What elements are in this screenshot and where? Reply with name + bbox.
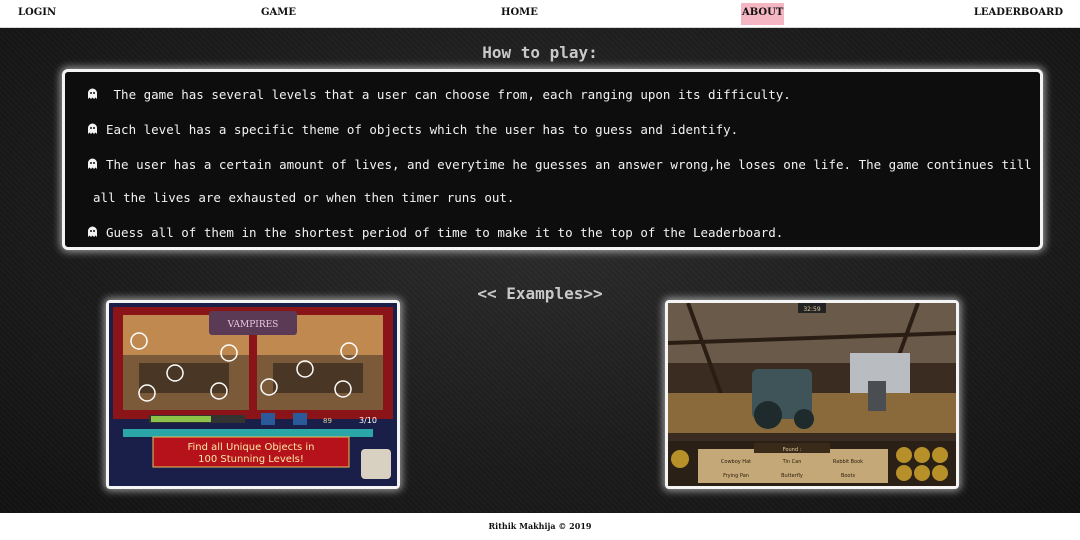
example-screenshot-barn: 32:59 Found : Cowboy Hat Tin Can Rabbit … xyxy=(665,300,959,489)
vampires-logo: VAMPIRES xyxy=(227,320,279,330)
vampires-game-image: VAMPIRES 89 3/10 Find all Unique Objects… xyxy=(109,303,397,486)
footer-copyright: Rithik Makhija © 2019 xyxy=(0,513,1080,540)
rule-item: The game has several levels that a user … xyxy=(87,87,791,102)
found-item: Cowboy Hat xyxy=(721,459,751,465)
rule-continuation: all the lives are exhausted or when then… xyxy=(93,190,515,205)
found-item: Butterfly xyxy=(781,473,803,479)
rule-item: Each level has a specific theme of objec… xyxy=(87,122,738,137)
nav-about-link[interactable]: ABOUT xyxy=(741,3,785,25)
top-navigation: LOGIN GAME HOME ABOUT LEADERBOARD xyxy=(0,0,1080,28)
rules-panel: The game has several levels that a user … xyxy=(62,69,1043,250)
rule-item: The user has a certain amount of lives, … xyxy=(87,157,1032,172)
objects-counter: 3/10 xyxy=(359,416,377,425)
barn-game-image: 32:59 Found : Cowboy Hat Tin Can Rabbit … xyxy=(668,303,956,486)
found-item: Boots xyxy=(841,473,856,479)
how-to-play-title: How to play: xyxy=(482,43,598,62)
ghost-icon xyxy=(88,123,97,134)
example-banner-line-1: Find all Unique Objects in xyxy=(187,442,314,453)
level-value: 89 xyxy=(323,417,332,425)
rule-item: Guess all of them in the shortest period… xyxy=(87,225,783,240)
rule-text: The user has a certain amount of lives, … xyxy=(106,157,1032,172)
example-banner-line-2: 100 Stunning Levels! xyxy=(198,454,304,465)
game-timer: 32:59 xyxy=(803,306,820,313)
found-item: Rabbit Book xyxy=(833,459,863,465)
nav-leaderboard-link[interactable]: LEADERBOARD xyxy=(974,3,1063,25)
found-item: Frying Pan xyxy=(723,473,749,479)
found-label: Found : xyxy=(783,447,802,453)
rule-text: Guess all of them in the shortest period… xyxy=(106,225,784,240)
ghost-icon xyxy=(88,226,97,237)
found-item: Tin Can xyxy=(782,459,802,465)
nav-login-link[interactable]: LOGIN xyxy=(18,3,56,25)
nav-game-link[interactable]: GAME xyxy=(261,3,296,25)
ghost-icon xyxy=(88,158,97,169)
main-content: How to play: The game has several levels… xyxy=(0,28,1080,513)
ghost-icon xyxy=(88,88,97,99)
nav-home-link[interactable]: HOME xyxy=(501,3,538,25)
example-screenshot-vampires: VAMPIRES 89 3/10 Find all Unique Objects… xyxy=(106,300,400,489)
rule-text: The game has several levels that a user … xyxy=(106,87,791,102)
rule-text: Each level has a specific theme of objec… xyxy=(106,122,739,137)
